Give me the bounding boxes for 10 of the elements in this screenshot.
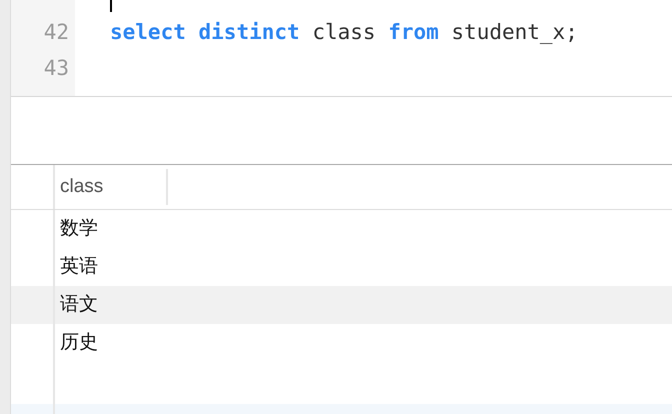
code-line: select distinct class from student_x;	[110, 19, 579, 46]
column-header[interactable]: class	[55, 169, 168, 205]
table-cell-text: 数学	[59, 217, 98, 241]
line-number: 43	[42, 55, 70, 82]
table-cell-text: 英语	[59, 255, 98, 279]
table-cell-text: 语文	[59, 293, 98, 317]
line-number: 42	[42, 19, 70, 46]
table-row[interactable]: 语文	[11, 286, 672, 324]
text-cursor	[110, 0, 112, 12]
table-cell-text: 历史	[59, 331, 98, 355]
